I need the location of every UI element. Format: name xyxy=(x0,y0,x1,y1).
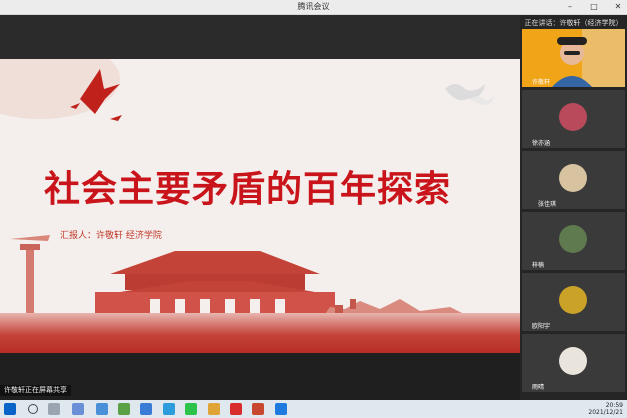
avatar xyxy=(559,286,587,314)
participant-name: 雨晴 xyxy=(532,384,545,391)
search-icon[interactable] xyxy=(28,404,38,414)
window-titlebar: 腾讯会议 – □ ✕ xyxy=(0,0,627,15)
participant-tile[interactable]: 欧阳宇 xyxy=(522,273,625,331)
edge-browser-icon[interactable] xyxy=(163,403,175,415)
participant-name: 梓楠 xyxy=(532,262,545,269)
participant-tile[interactable]: 雨晴 xyxy=(522,334,625,392)
avatar xyxy=(559,347,587,375)
participant-name: 徐亦涵 xyxy=(532,140,551,147)
wps-icon[interactable] xyxy=(230,403,242,415)
app-icon[interactable] xyxy=(118,403,130,415)
avatar xyxy=(559,225,587,253)
share-toolbar-area xyxy=(0,15,520,59)
system-clock[interactable]: 20:59 2021/12/21 xyxy=(588,402,623,416)
minimize-icon[interactable]: – xyxy=(565,2,575,12)
folder-icon[interactable] xyxy=(208,403,220,415)
taskbar: 20:59 2021/12/21 xyxy=(0,400,627,418)
participant-tile[interactable]: 许敬轩 xyxy=(522,29,625,87)
clock-date: 2021/12/21 xyxy=(588,409,623,416)
slide-bottom-band xyxy=(0,313,520,353)
speaking-indicator: 正在讲话：许敬轩（经济学院） xyxy=(524,19,623,27)
participants-panel: 正在讲话：许敬轩（经济学院） 许敬轩 徐亦涵 张佳琪 梓楠 欧阳宇 雨晴 xyxy=(520,15,627,402)
screen-share-notice: 许敬轩正在屏幕共享 xyxy=(0,385,71,396)
clock-time: 20:59 xyxy=(605,402,623,409)
tiananmen-silhouette xyxy=(95,251,335,317)
widgets-icon[interactable] xyxy=(72,403,84,415)
edge-icon[interactable] xyxy=(96,403,108,415)
window-title: 腾讯会议 xyxy=(297,2,330,11)
slide-title: 社会主要矛盾的百年探索 xyxy=(44,169,452,210)
avatar xyxy=(559,164,587,192)
wechat-icon[interactable] xyxy=(185,403,197,415)
start-icon[interactable] xyxy=(4,403,16,415)
slide-reporter: 汇报人：许敬轩 经济学院 xyxy=(60,231,162,241)
participant-tile[interactable]: 张佳琪 xyxy=(522,151,625,209)
shared-slide: 社会主要矛盾的百年探索 汇报人：许敬轩 经济学院 xyxy=(0,59,520,353)
mail-icon[interactable] xyxy=(140,403,152,415)
participant-name: 欧阳宇 xyxy=(532,323,551,330)
participant-tile[interactable]: 徐亦涵 xyxy=(522,90,625,148)
meeting-icon[interactable] xyxy=(275,403,287,415)
participant-name: 张佳琪 xyxy=(538,201,557,208)
powerpoint-icon[interactable] xyxy=(252,403,264,415)
participant-tile[interactable]: 梓楠 xyxy=(522,212,625,270)
avatar xyxy=(559,103,587,131)
close-icon[interactable]: ✕ xyxy=(613,2,623,12)
participant-name: 许敬轩 xyxy=(532,79,551,86)
task-view-icon[interactable] xyxy=(48,403,60,415)
maximize-icon[interactable]: □ xyxy=(589,2,599,12)
